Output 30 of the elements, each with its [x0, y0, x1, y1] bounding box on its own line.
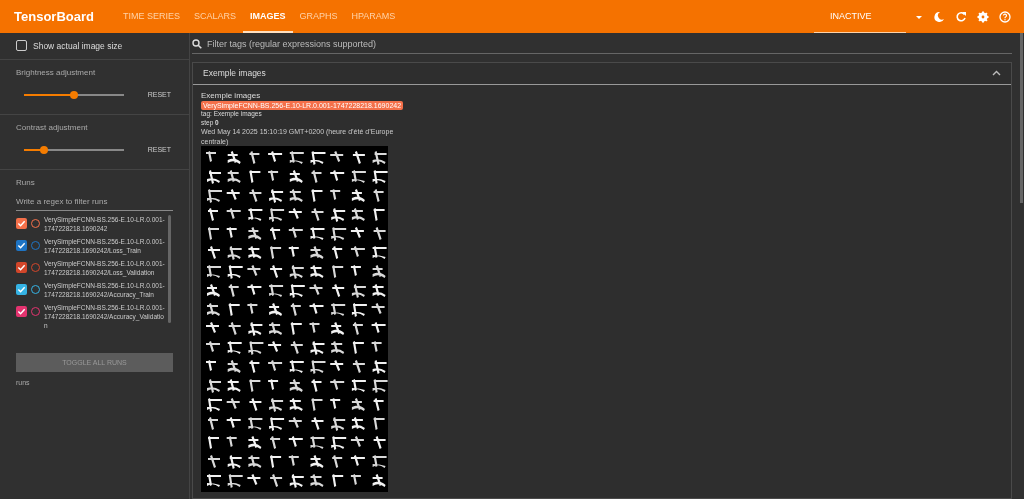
slider-label: Brightness adjustment — [16, 68, 97, 77]
nav-tab[interactable]: HPARAMS — [344, 0, 403, 33]
collapse-icon[interactable] — [992, 70, 1001, 77]
card-title: Exemple images — [203, 68, 266, 79]
nav-tab[interactable]: SCALARS — [186, 0, 243, 33]
scrollbar[interactable] — [1020, 33, 1023, 203]
slider-track[interactable] — [24, 93, 124, 96]
search-icon — [192, 39, 202, 49]
plugin-dropdown[interactable]: INACTIVE — [814, 0, 906, 33]
run-checkbox[interactable] — [16, 262, 27, 273]
slider-track[interactable] — [24, 148, 124, 151]
card-header[interactable]: Exemple images — [193, 63, 1011, 85]
slider-thumb[interactable] — [39, 145, 48, 154]
checkbox-label: Show actual image size — [33, 40, 123, 51]
image-title: Exemple images — [201, 90, 261, 102]
runs-heading: Runs — [16, 178, 36, 187]
scrollbar[interactable] — [168, 215, 171, 323]
nav-tab[interactable]: GRAPHS — [292, 0, 345, 33]
nav-tab[interactable]: TIME SERIES — [115, 0, 187, 33]
run-checkbox[interactable] — [16, 240, 27, 251]
slider-label: Contrast adjustment — [16, 123, 89, 132]
run-checkbox[interactable] — [16, 284, 27, 295]
tag-filter-field[interactable]: Filter tags (regular expressions supported) — [205, 38, 1012, 50]
slider-thumb[interactable] — [69, 90, 78, 99]
run-checkbox[interactable] — [16, 306, 27, 317]
app-title: TensorBoard — [14, 9, 94, 24]
nav-tab[interactable]: IMAGES — [243, 0, 293, 33]
run-checkbox[interactable] — [16, 218, 27, 229]
checkbox[interactable] — [16, 40, 27, 51]
run-filter-field[interactable]: Write a regex to filter runs — [16, 193, 173, 211]
